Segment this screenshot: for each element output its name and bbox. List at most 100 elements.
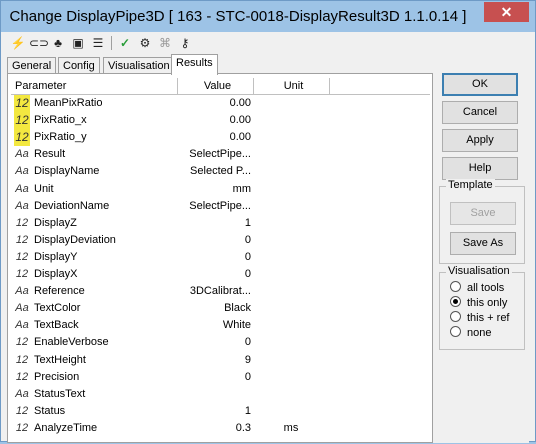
window-title: Change DisplayPipe3D [ 163 - STC-0018-Di… — [9, 8, 467, 25]
parameter-unit: ms — [283, 421, 299, 434]
parameter-value: Black — [224, 302, 251, 315]
table-row[interactable]: Aa TextBack White — [11, 317, 430, 334]
toolbar: ⚡ ⊂⊃ ♣ ▣ ☰ ✓ ⚙ ⌘ ⚷ — [7, 32, 529, 54]
table-row[interactable]: Aa TextColor Black — [11, 300, 430, 317]
table-row[interactable]: 12 AnalyzeTime 0.3 ms — [11, 420, 430, 437]
ok-button[interactable]: OK — [442, 73, 518, 96]
numeric-type-icon: 12 — [15, 268, 29, 280]
text-type-icon: Aa — [15, 319, 29, 332]
parameter-name: Unit — [34, 182, 54, 195]
column-header-unit[interactable]: Unit — [254, 78, 330, 94]
parameter-unit — [261, 317, 321, 334]
text-type-icon: Aa — [15, 285, 29, 298]
parameter-value: 0 — [244, 336, 251, 349]
numeric-type-icon: 12 — [15, 233, 29, 246]
text-type-icon: Aa — [15, 148, 29, 161]
parameter-value: 0.00 — [229, 131, 251, 144]
table-row[interactable]: 12 PixRatio_y 0.00 — [11, 129, 430, 147]
parameter-name: PixRatio_x — [34, 114, 87, 127]
table-row[interactable]: 12 EnableVerbose 0 — [11, 334, 430, 351]
numeric-type-icon: 12 — [15, 353, 29, 366]
apply-button[interactable]: Apply — [442, 129, 518, 152]
parameter-value: 0 — [244, 268, 251, 280]
network-icon[interactable]: ⌘ — [156, 34, 174, 52]
save-as-button[interactable]: Save As — [450, 232, 516, 255]
radio-indicator — [450, 326, 461, 337]
link-icon[interactable]: ⊂⊃ — [29, 34, 49, 52]
results-panel: Parameter Value Unit 12 MeanPixRatio 0.00 1… — [7, 73, 433, 443]
parameter-name: AnalyzeTime — [34, 421, 98, 434]
parameter-unit — [261, 283, 321, 300]
parameter-unit — [261, 215, 321, 232]
save-button[interactable]: Save — [450, 202, 516, 225]
dialog-window: Change DisplayPipe3D [ 163 - STC-0018-Di… — [0, 0, 536, 443]
parameter-name: TextColor — [34, 302, 81, 315]
lightning-icon[interactable]: ⚡ — [9, 34, 27, 52]
tools-icon[interactable]: ⚙ — [136, 34, 154, 52]
table-row[interactable]: 12 DisplayX 0 — [11, 266, 430, 283]
numeric-type-icon: 12 — [15, 404, 29, 417]
parameter-name: MeanPixRatio — [34, 97, 103, 109]
table-row[interactable]: 12 TextHeight 9 — [11, 352, 430, 369]
table-row[interactable]: 12 DisplayZ 1 — [11, 215, 430, 232]
radio-indicator — [450, 281, 461, 292]
numeric-type-icon: 12 — [15, 370, 29, 383]
toolbar-separator — [111, 36, 112, 50]
table-row[interactable]: 12 DisplayDeviation 0 — [11, 232, 430, 249]
table-row[interactable]: Aa StatusText — [11, 386, 430, 403]
parameter-name: DisplayY — [34, 250, 78, 263]
table-row[interactable]: Aa Reference 3DCalibrat... — [11, 283, 430, 300]
table-row[interactable]: Aa Unit mm — [11, 181, 430, 198]
numeric-type-icon: 12 — [14, 95, 30, 112]
numeric-type-icon: 12 — [15, 216, 29, 229]
numeric-type-icon: 12 — [15, 421, 29, 434]
parameter-unit — [261, 163, 321, 180]
parameter-value: Selected P... — [190, 165, 251, 178]
close-button[interactable]: ✕ — [484, 2, 529, 22]
numeric-type-icon: 12 — [15, 336, 29, 349]
column-header-value[interactable]: Value — [178, 78, 254, 94]
list-icon[interactable]: ☰ — [89, 34, 107, 52]
table-row[interactable]: Aa Result SelectPipe... — [11, 146, 430, 163]
table-row[interactable]: 12 Precision 0 — [11, 369, 430, 386]
parameter-unit — [261, 198, 321, 215]
template-group-title: Template — [446, 179, 495, 191]
table-row[interactable]: 12 MeanPixRatio 0.00 — [11, 95, 430, 112]
parameter-name: Precision — [34, 370, 80, 383]
title-bar[interactable]: Change DisplayPipe3D [ 163 - STC-0018-Di… — [1, 1, 535, 32]
parameter-name: Reference — [34, 285, 85, 298]
console-icon[interactable]: ▣ — [69, 34, 87, 52]
tab-results[interactable]: Results — [171, 54, 218, 75]
radio-all-tools[interactable]: all tools — [450, 281, 504, 296]
radio-none[interactable]: none — [450, 326, 491, 341]
parameter-value: 0 — [244, 233, 251, 246]
parameter-name: DisplayDeviation — [34, 233, 116, 246]
puzzle-icon[interactable]: ♣ — [49, 34, 67, 52]
parameter-unit — [261, 95, 321, 112]
parameter-name: DisplayZ — [34, 216, 77, 229]
radio-this-only[interactable]: this only — [450, 296, 507, 311]
key-icon[interactable]: ⚷ — [176, 34, 194, 52]
numeric-type-icon: 12 — [15, 250, 29, 263]
cancel-button[interactable]: Cancel — [442, 101, 518, 124]
table-row[interactable]: 12 DisplayY 0 — [11, 249, 430, 266]
parameter-unit — [261, 403, 321, 420]
column-header-parameter[interactable]: Parameter — [11, 78, 178, 94]
table-row[interactable]: Aa DeviationName SelectPipe... — [11, 198, 430, 215]
radio-this-plus-ref[interactable]: this + ref — [450, 311, 510, 326]
dialog-content: ⚡ ⊂⊃ ♣ ▣ ☰ ✓ ⚙ ⌘ ⚷ General Config Visual… — [7, 32, 529, 443]
parameter-value: mm — [232, 182, 251, 195]
parameter-unit — [261, 112, 321, 129]
table-row[interactable]: 12 Status 1 — [11, 403, 430, 420]
help-button[interactable]: Help — [442, 157, 518, 180]
parameter-unit — [261, 300, 321, 317]
table-row[interactable]: 12 PixRatio_x 0.00 — [11, 112, 430, 130]
text-type-icon: Aa — [15, 182, 29, 195]
table-row[interactable]: Aa DisplayName Selected P... — [11, 163, 430, 180]
checkmark-icon[interactable]: ✓ — [116, 34, 134, 52]
parameter-name: TextBack — [34, 319, 79, 332]
parameter-unit — [261, 266, 321, 283]
grid-header: Parameter Value Unit — [11, 78, 430, 95]
parameter-unit — [261, 369, 321, 386]
visualisation-group: Visualisation all tools this only this +… — [439, 265, 525, 350]
